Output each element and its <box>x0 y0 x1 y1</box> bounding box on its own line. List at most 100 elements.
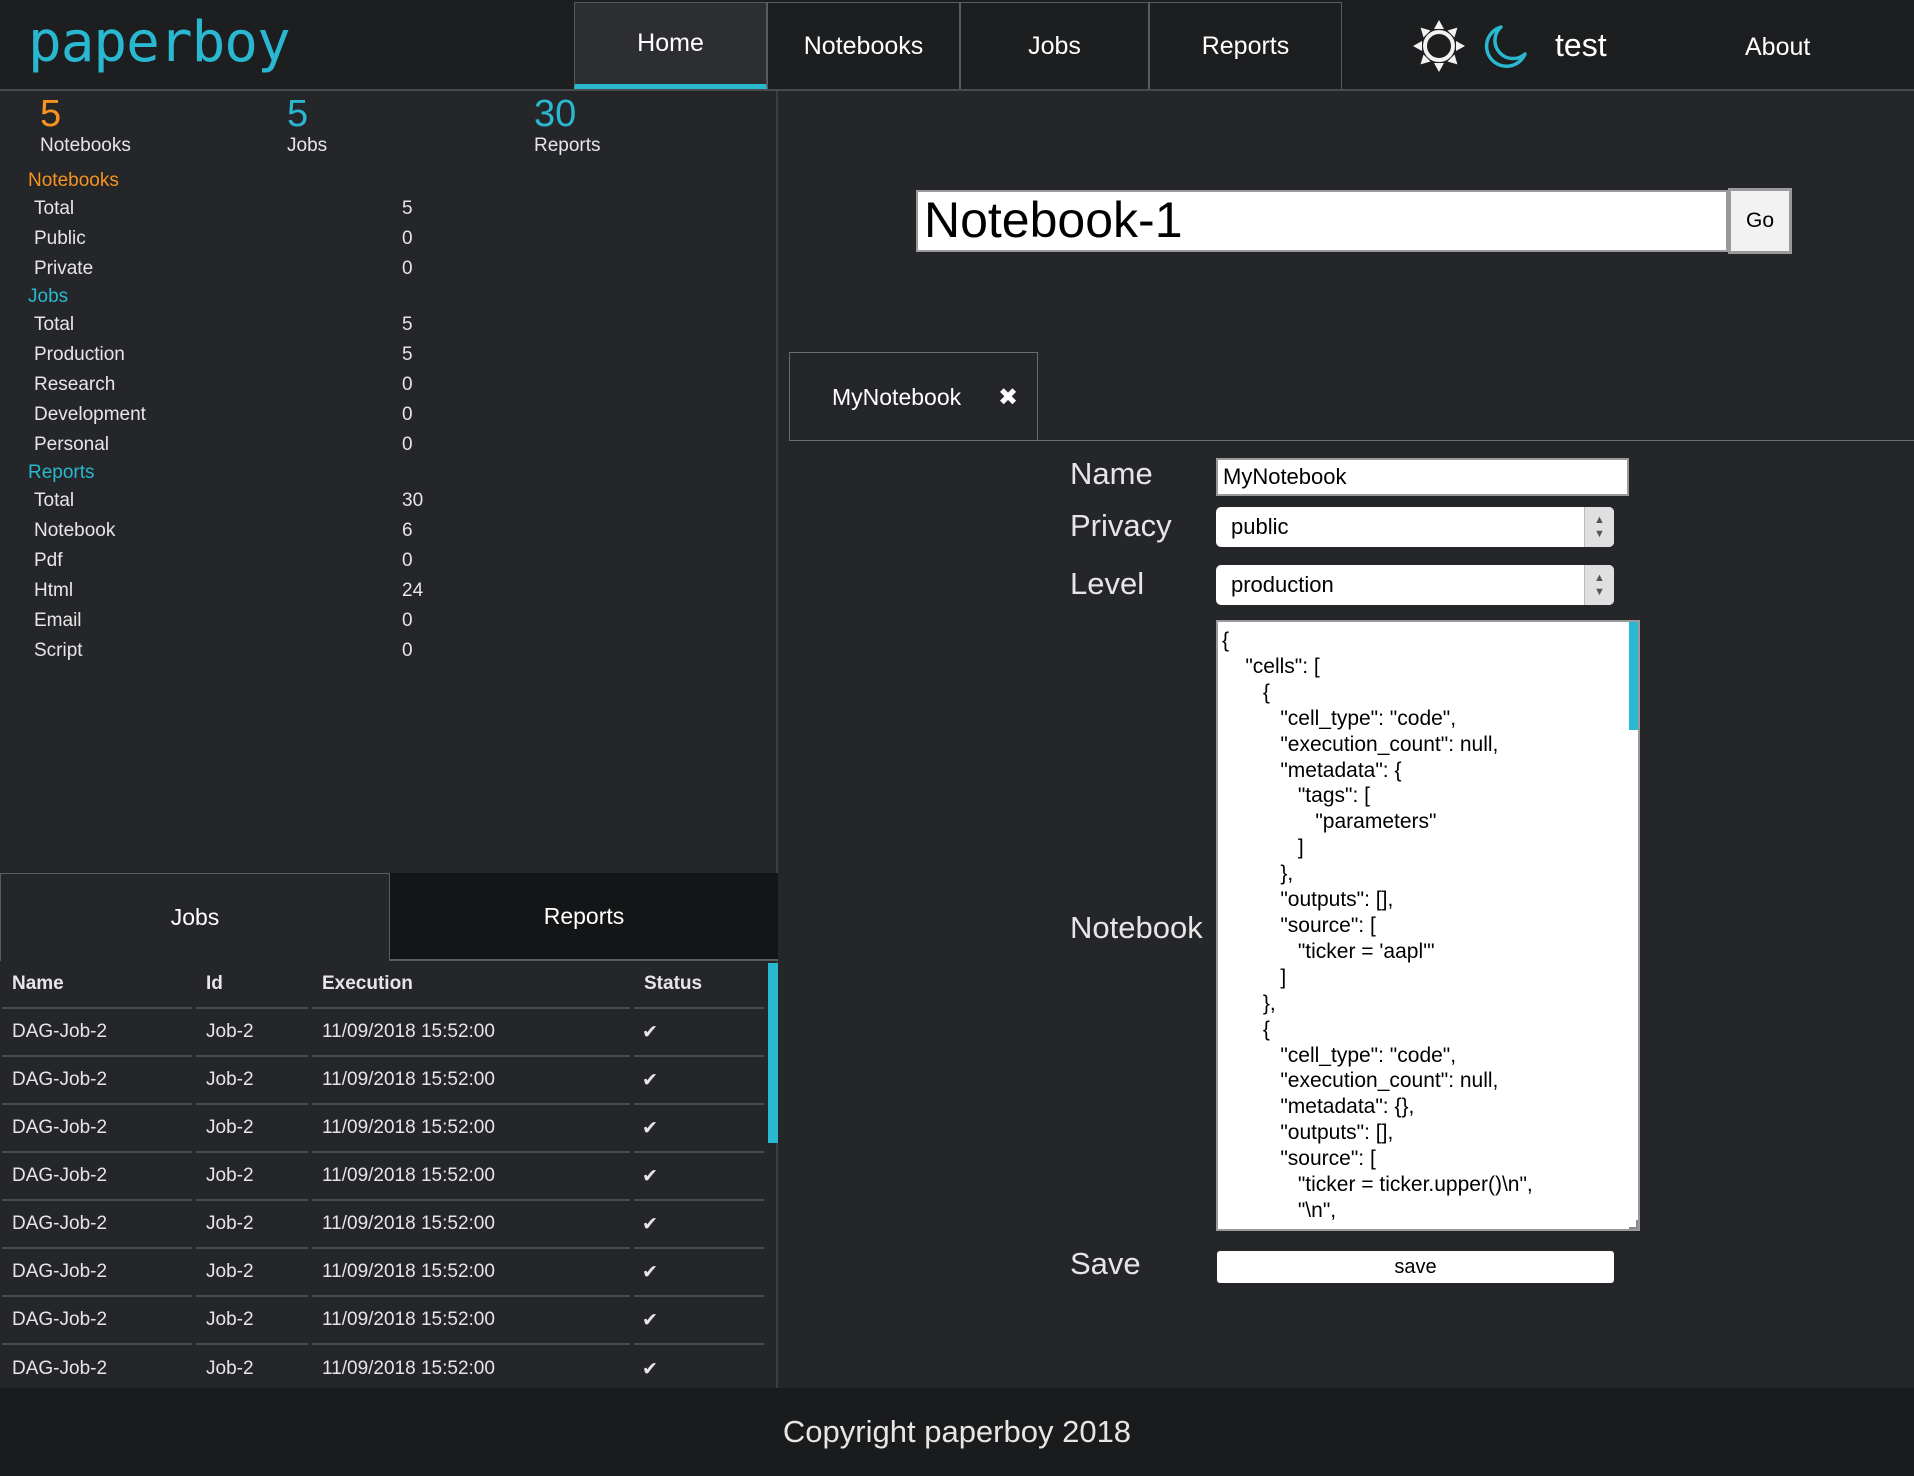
column-header-execution[interactable]: Execution <box>312 961 630 1009</box>
go-button[interactable]: Go <box>1728 188 1792 254</box>
privacy-label: Privacy <box>1070 508 1172 543</box>
stat-row: Email 0 <box>34 610 434 632</box>
save-button[interactable]: save <box>1217 1251 1614 1283</box>
status-check-icon: ✔ <box>634 1105 764 1153</box>
kpi-jobs-count: 5 <box>287 93 309 135</box>
stat-label: Email <box>34 610 82 631</box>
stat-value: 6 <box>402 520 413 541</box>
table-row[interactable]: DAG-Job-2 Job-2 11/09/2018 15:52:00 ✔ <box>0 1345 770 1388</box>
stat-label: Private <box>34 258 94 279</box>
app-logo[interactable]: paperboy <box>28 10 291 75</box>
stat-label: Personal <box>34 434 109 455</box>
stat-value: 5 <box>402 344 413 365</box>
stat-row: Total 5 <box>34 198 434 220</box>
level-select[interactable]: production ▲ ▼ <box>1216 565 1614 605</box>
cell-id: Job-2 <box>206 1358 254 1379</box>
status-check-icon: ✔ <box>634 1297 764 1345</box>
table-row[interactable]: DAG-Job-2 Job-2 11/09/2018 15:52:00 ✔ <box>0 1009 770 1057</box>
stat-value: 0 <box>402 374 413 395</box>
cell-name: DAG-Job-2 <box>2 1057 192 1105</box>
kpi-notebooks-count: 5 <box>40 93 62 135</box>
cell-id: Job-2 <box>196 1297 308 1345</box>
kpi-reports-count: 30 <box>534 93 577 135</box>
cell-id: Job-2 <box>196 1249 308 1297</box>
stat-value: 5 <box>402 198 413 219</box>
cell-name: DAG-Job-2 <box>2 1105 192 1153</box>
kpi-notebooks: 5 Notebooks <box>40 91 131 157</box>
column-header-name[interactable]: Name <box>2 961 192 1009</box>
status-check-icon: ✔ <box>634 1153 764 1201</box>
privacy-select-value: public <box>1231 514 1289 539</box>
notebook-json-textarea[interactable]: { "cells": [ { "cell_type": "code", "exe… <box>1216 620 1640 1231</box>
tab-reports[interactable]: Reports <box>390 873 778 961</box>
level-label: Level <box>1070 566 1145 601</box>
table-row[interactable]: DAG-Job-2 Job-2 11/09/2018 15:52:00 ✔ <box>0 1249 770 1297</box>
stat-value: 0 <box>402 434 413 455</box>
kpi-reports-label: Reports <box>534 135 601 156</box>
top-nav-bar: paperboy Home Notebooks Jobs Reports tes… <box>0 0 1914 91</box>
cell-name: DAG-Job-2 <box>2 1297 192 1345</box>
save-label: Save <box>1070 1246 1141 1281</box>
status-check-icon: ✔ <box>642 1358 658 1380</box>
stat-label: Html <box>34 580 74 601</box>
footer: Copyright paperboy 2018 <box>0 1388 1914 1476</box>
kpi-jobs: 5 Jobs <box>287 91 327 157</box>
stat-row: Production 5 <box>34 344 434 366</box>
stat-label: Total <box>34 490 75 511</box>
table-row[interactable]: DAG-Job-2 Job-2 11/09/2018 15:52:00 ✔ <box>0 1297 770 1345</box>
stat-row: Total 30 <box>34 490 434 512</box>
cell-id: Job-2 <box>196 1153 308 1201</box>
stat-label: Notebook <box>34 520 116 541</box>
close-icon[interactable]: ✖ <box>998 383 1018 412</box>
notebook-search-input[interactable]: Notebook-1 <box>916 190 1728 252</box>
about-link[interactable]: About <box>1745 33 1810 62</box>
table-scrollbar[interactable] <box>768 963 778 1143</box>
cell-execution: 11/09/2018 15:52:00 <box>312 1057 630 1105</box>
reports-section-title: Reports <box>28 462 95 483</box>
stat-label: Public <box>34 228 86 249</box>
stat-value: 0 <box>402 640 413 661</box>
nav-tab-home[interactable]: Home <box>574 2 767 89</box>
nav-tab-jobs[interactable]: Jobs <box>960 2 1149 89</box>
nav-tab-reports[interactable]: Reports <box>1149 2 1342 89</box>
stat-value: 0 <box>402 228 413 249</box>
cell-execution: 11/09/2018 15:52:00 <box>312 1297 630 1345</box>
summary-panel: 5 Notebooks 5 Jobs 30 Reports Notebooks … <box>0 91 778 1388</box>
stat-label: Research <box>34 374 116 395</box>
notebook-json-content: { "cells": [ { "cell_type": "code", "exe… <box>1222 629 1533 1222</box>
status-check-icon: ✔ <box>634 1201 764 1249</box>
column-header-id[interactable]: Id <box>196 961 308 1009</box>
stat-value: 0 <box>402 404 413 425</box>
chevron-updown-icon: ▲ ▼ <box>1584 507 1614 547</box>
table-row[interactable]: DAG-Job-2 Job-2 11/09/2018 15:52:00 ✔ <box>0 1201 770 1249</box>
stat-row: Personal 0 <box>34 434 434 456</box>
tab-mynotebook[interactable]: MyNotebook ✖ <box>789 352 1038 441</box>
status-check-icon: ✔ <box>634 1057 764 1105</box>
cell-name: DAG-Job-2 <box>2 1153 192 1201</box>
stat-row: Notebook 6 <box>34 520 434 542</box>
cell-execution: 11/09/2018 15:52:00 <box>312 1201 630 1249</box>
name-input[interactable]: MyNotebook <box>1216 458 1629 496</box>
stat-row: Public 0 <box>34 228 434 250</box>
table-row[interactable]: DAG-Job-2 Job-2 11/09/2018 15:52:00 ✔ <box>0 1057 770 1105</box>
privacy-select[interactable]: public ▲ ▼ <box>1216 507 1614 547</box>
stat-label: Pdf <box>34 550 63 571</box>
stat-row: Pdf 0 <box>34 550 434 572</box>
stat-row: Total 5 <box>34 314 434 336</box>
sun-icon[interactable] <box>1413 20 1465 72</box>
user-name[interactable]: test <box>1555 27 1607 64</box>
textarea-scrollbar[interactable] <box>1629 622 1638 730</box>
table-row[interactable]: DAG-Job-2 Job-2 11/09/2018 15:52:00 ✔ <box>0 1105 770 1153</box>
column-header-status[interactable]: Status <box>634 961 764 1009</box>
nav-tab-notebooks[interactable]: Notebooks <box>767 2 960 89</box>
moon-icon[interactable] <box>1481 24 1527 70</box>
chevron-updown-icon: ▲ ▼ <box>1584 565 1614 605</box>
cell-execution: 11/09/2018 15:52:00 <box>312 1249 630 1297</box>
jobs-table: Name Id Execution Status DAG-Job-2 Job-2… <box>0 961 778 1388</box>
stat-value: 0 <box>402 258 413 279</box>
tab-jobs[interactable]: Jobs <box>0 873 390 961</box>
table-row[interactable]: DAG-Job-2 Job-2 11/09/2018 15:52:00 ✔ <box>0 1153 770 1201</box>
level-select-value: production <box>1231 572 1334 597</box>
stat-value: 24 <box>402 580 424 601</box>
resize-handle-icon[interactable] <box>1629 1220 1638 1229</box>
